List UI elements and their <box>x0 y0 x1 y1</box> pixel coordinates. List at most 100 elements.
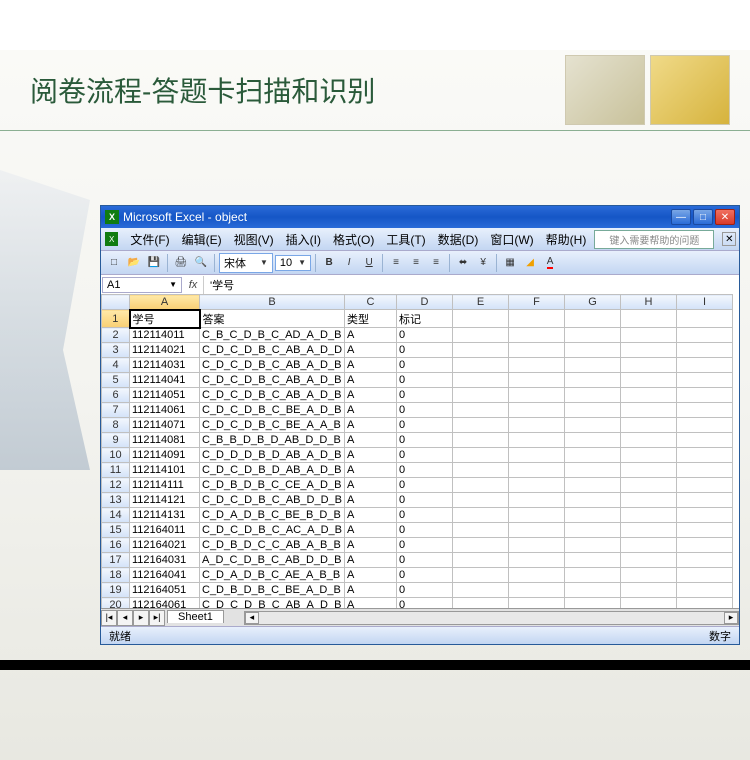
cell-E6[interactable] <box>453 388 509 403</box>
cell-D8[interactable]: 0 <box>397 418 453 433</box>
cell-A8[interactable]: 112114071 <box>130 418 200 433</box>
scroll-left-button[interactable]: ◂ <box>245 612 259 624</box>
cell-H13[interactable] <box>621 493 677 508</box>
cell-E7[interactable] <box>453 403 509 418</box>
cell-H3[interactable] <box>621 343 677 358</box>
cell-D7[interactable]: 0 <box>397 403 453 418</box>
cell-G13[interactable] <box>565 493 621 508</box>
sheet-tab[interactable]: Sheet1 <box>167 610 224 623</box>
align-left-button[interactable]: ≡ <box>387 254 405 272</box>
cell-D1[interactable]: 标记 <box>397 310 453 328</box>
cell-I5[interactable] <box>677 373 733 388</box>
cell-E18[interactable] <box>453 568 509 583</box>
cell-D16[interactable]: 0 <box>397 538 453 553</box>
column-header-B[interactable]: B <box>200 295 345 310</box>
font-size-select[interactable]: 10▼ <box>275 255 311 271</box>
cell-E5[interactable] <box>453 373 509 388</box>
cell-B9[interactable]: C_B_B_D_B_D_AB_D_D_B <box>200 433 345 448</box>
row-header[interactable]: 4 <box>102 358 130 373</box>
cell-H11[interactable] <box>621 463 677 478</box>
cell-B8[interactable]: C_D_C_D_B_C_BE_A_A_B <box>200 418 345 433</box>
cell-G8[interactable] <box>565 418 621 433</box>
cell-D2[interactable]: 0 <box>397 328 453 343</box>
row-header[interactable]: 16 <box>102 538 130 553</box>
name-box[interactable]: A1▼ <box>102 277 182 293</box>
cell-F6[interactable] <box>509 388 565 403</box>
cell-E19[interactable] <box>453 583 509 598</box>
row-header[interactable]: 5 <box>102 373 130 388</box>
cell-I15[interactable] <box>677 523 733 538</box>
cell-E11[interactable] <box>453 463 509 478</box>
cell-G1[interactable] <box>565 310 621 328</box>
cell-B13[interactable]: C_D_C_D_B_C_AB_D_D_B <box>200 493 345 508</box>
column-header-I[interactable]: I <box>677 295 733 310</box>
align-center-button[interactable]: ≡ <box>407 254 425 272</box>
new-button[interactable]: □ <box>105 254 123 272</box>
cell-H14[interactable] <box>621 508 677 523</box>
row-header[interactable]: 14 <box>102 508 130 523</box>
cell-B15[interactable]: C_D_C_D_B_C_AC_A_D_B <box>200 523 345 538</box>
cell-D13[interactable]: 0 <box>397 493 453 508</box>
cell-G4[interactable] <box>565 358 621 373</box>
cell-G18[interactable] <box>565 568 621 583</box>
cell-B19[interactable]: C_D_B_D_B_C_BE_A_D_B <box>200 583 345 598</box>
cell-C12[interactable]: A <box>345 478 397 493</box>
cell-C3[interactable]: A <box>345 343 397 358</box>
cell-G20[interactable] <box>565 598 621 609</box>
row-header[interactable]: 6 <box>102 388 130 403</box>
cell-D6[interactable]: 0 <box>397 388 453 403</box>
help-search-box[interactable]: 键入需要帮助的问题 <box>594 230 714 249</box>
bold-button[interactable]: B <box>320 254 338 272</box>
cell-I20[interactable] <box>677 598 733 609</box>
fx-button[interactable]: fx <box>183 279 203 291</box>
cell-G11[interactable] <box>565 463 621 478</box>
cell-C2[interactable]: A <box>345 328 397 343</box>
cell-G10[interactable] <box>565 448 621 463</box>
cell-H2[interactable] <box>621 328 677 343</box>
cell-F7[interactable] <box>509 403 565 418</box>
cell-F20[interactable] <box>509 598 565 609</box>
cell-A18[interactable]: 112164041 <box>130 568 200 583</box>
workbook-close-button[interactable]: ✕ <box>722 232 736 246</box>
cell-H16[interactable] <box>621 538 677 553</box>
cell-D18[interactable]: 0 <box>397 568 453 583</box>
tab-last-button[interactable]: ▸| <box>149 610 165 626</box>
font-select[interactable]: 宋体▼ <box>219 253 273 273</box>
cell-I19[interactable] <box>677 583 733 598</box>
cell-G12[interactable] <box>565 478 621 493</box>
menu-insert[interactable]: 插入(I) <box>282 229 325 250</box>
cell-I13[interactable] <box>677 493 733 508</box>
cell-B5[interactable]: C_D_C_D_B_C_AB_A_D_B <box>200 373 345 388</box>
cell-G7[interactable] <box>565 403 621 418</box>
cell-D9[interactable]: 0 <box>397 433 453 448</box>
cell-C9[interactable]: A <box>345 433 397 448</box>
cell-H6[interactable] <box>621 388 677 403</box>
column-header-H[interactable]: H <box>621 295 677 310</box>
cell-D17[interactable]: 0 <box>397 553 453 568</box>
merge-button[interactable]: ⬌ <box>454 254 472 272</box>
cell-F9[interactable] <box>509 433 565 448</box>
cell-H19[interactable] <box>621 583 677 598</box>
tab-next-button[interactable]: ▸ <box>133 610 149 626</box>
cell-F5[interactable] <box>509 373 565 388</box>
cell-C11[interactable]: A <box>345 463 397 478</box>
cell-A19[interactable]: 112164051 <box>130 583 200 598</box>
cell-E14[interactable] <box>453 508 509 523</box>
row-header[interactable]: 9 <box>102 433 130 448</box>
row-header[interactable]: 1 <box>102 310 130 328</box>
cell-E8[interactable] <box>453 418 509 433</box>
borders-button[interactable]: ▦ <box>501 254 519 272</box>
cell-I16[interactable] <box>677 538 733 553</box>
menu-edit[interactable]: 编辑(E) <box>178 229 226 250</box>
cell-G6[interactable] <box>565 388 621 403</box>
cell-E12[interactable] <box>453 478 509 493</box>
cell-I11[interactable] <box>677 463 733 478</box>
menu-data[interactable]: 数据(D) <box>434 229 483 250</box>
cell-A6[interactable]: 112114051 <box>130 388 200 403</box>
cell-D4[interactable]: 0 <box>397 358 453 373</box>
cell-D20[interactable]: 0 <box>397 598 453 609</box>
cell-B17[interactable]: A_D_C_D_B_C_AB_D_D_B <box>200 553 345 568</box>
cell-F16[interactable] <box>509 538 565 553</box>
cell-E2[interactable] <box>453 328 509 343</box>
cell-B2[interactable]: C_B_C_D_B_C_AD_A_D_B <box>200 328 345 343</box>
